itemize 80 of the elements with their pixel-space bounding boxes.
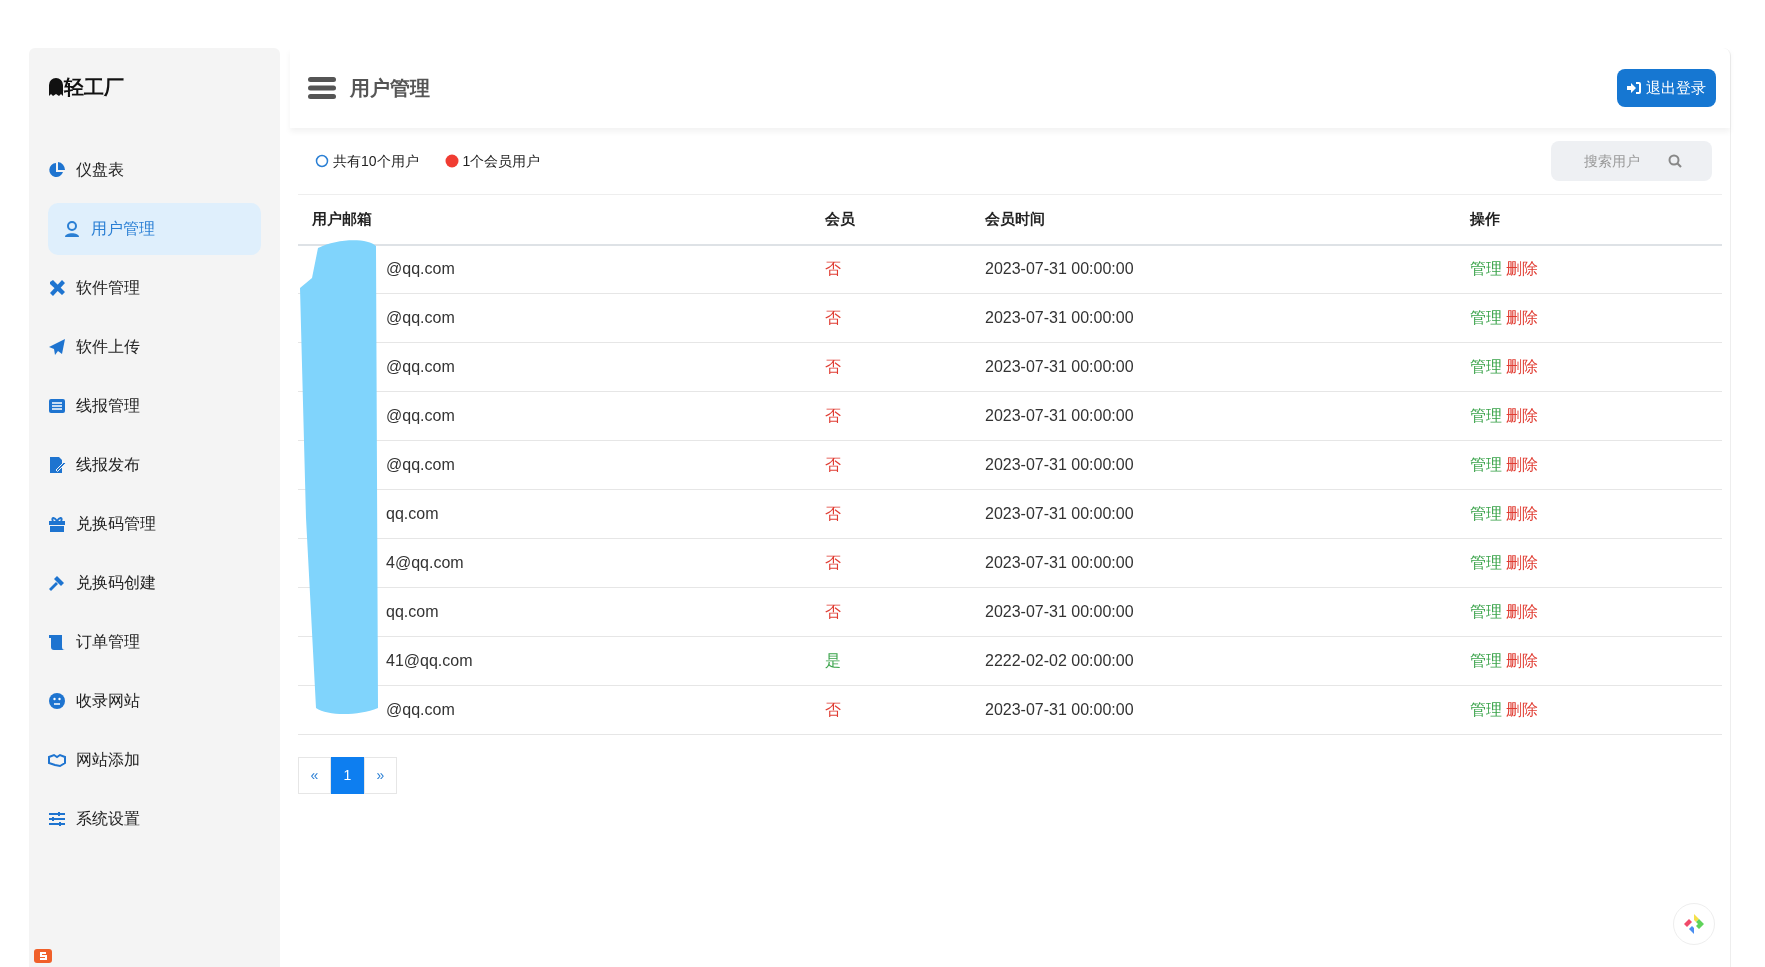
table-cell: 2023-07-31 00:00:00 xyxy=(971,440,1456,490)
page-link[interactable]: « xyxy=(298,757,331,794)
table-cell: 否 xyxy=(811,342,971,392)
table-cell: 否 xyxy=(811,391,971,441)
table-cell: 是 xyxy=(811,636,971,686)
sidebar-item[interactable]: 订单管理 xyxy=(48,616,261,668)
delete-link[interactable]: 删除 xyxy=(1506,358,1538,375)
table-cell: 否 xyxy=(811,244,971,294)
sidebar-item[interactable]: 软件上传 xyxy=(48,321,261,373)
pie-chart-icon xyxy=(48,161,66,179)
manage-link[interactable]: 管理 xyxy=(1470,407,1502,424)
sidebar-item[interactable]: 系统设置 xyxy=(48,793,261,845)
manage-link[interactable]: 管理 xyxy=(1470,505,1502,522)
table-cell: 2023-07-31 00:00:00 xyxy=(971,342,1456,392)
table-cell: 否 xyxy=(811,685,971,735)
manage-link[interactable]: 管理 xyxy=(1470,554,1502,571)
list-icon xyxy=(48,397,66,415)
table-cell: 2023-07-31 00:00:00 xyxy=(971,489,1456,539)
diamond-logo-icon xyxy=(1682,912,1706,936)
table-cell: 否 xyxy=(811,293,971,343)
summary-text: 1个会员用户 xyxy=(462,151,541,171)
table-cell: 否 xyxy=(811,440,971,490)
sidebar-item[interactable]: 线报发布 xyxy=(48,439,261,491)
table-cell: 否 xyxy=(811,489,971,539)
sidebar-item[interactable]: 网站添加 xyxy=(48,734,261,786)
smiley-icon xyxy=(48,692,66,710)
scroll-icon xyxy=(48,633,66,651)
sliders-icon xyxy=(48,810,66,828)
sidebar-item[interactable]: 收录网站 xyxy=(48,675,261,727)
menu-icon[interactable] xyxy=(308,77,336,99)
manage-link[interactable]: 管理 xyxy=(1470,456,1502,473)
manage-link[interactable]: 管理 xyxy=(1470,358,1502,375)
table-cell: 否 xyxy=(811,587,971,637)
page-link[interactable]: » xyxy=(364,757,397,794)
table-cell: 2023-07-31 00:00:00 xyxy=(971,685,1456,735)
sidebar-item[interactable]: 兑换码创建 xyxy=(48,557,261,609)
hammer-icon xyxy=(48,574,66,592)
sidebar-item[interactable]: 线报管理 xyxy=(48,380,261,432)
table-cell: 2023-07-31 00:00:00 xyxy=(971,538,1456,588)
gift-icon xyxy=(48,515,66,533)
delete-link[interactable]: 删除 xyxy=(1506,554,1538,571)
column-header: 会员 xyxy=(811,194,971,245)
floating-button[interactable] xyxy=(1673,903,1715,945)
sidebar-item[interactable]: 软件管理 xyxy=(48,262,261,314)
page-link[interactable]: 1 xyxy=(331,757,364,794)
table-cell: 2023-07-31 00:00:00 xyxy=(971,244,1456,294)
page-title: 用户管理 xyxy=(350,76,430,101)
table-cell: 否 xyxy=(811,538,971,588)
manage-link[interactable]: 管理 xyxy=(1470,652,1502,669)
column-header: 会员时间 xyxy=(971,194,1456,245)
delete-link[interactable]: 删除 xyxy=(1506,407,1538,424)
delete-link[interactable]: 删除 xyxy=(1506,260,1538,278)
table-cell: 2023-07-31 00:00:00 xyxy=(971,293,1456,343)
logout-button[interactable]: 退出登录 xyxy=(1617,68,1716,108)
search-icon xyxy=(1667,154,1682,168)
table-cell: 2023-07-31 00:00:00 xyxy=(971,391,1456,441)
delete-link[interactable]: 删除 xyxy=(1506,456,1538,473)
summary-text: 共有10个用户 xyxy=(333,151,419,171)
manage-link[interactable]: 管理 xyxy=(1470,309,1502,326)
paper-plane-icon xyxy=(48,338,66,356)
delete-link[interactable]: 删除 xyxy=(1506,603,1538,620)
sidebar-item[interactable]: 用户管理 xyxy=(48,203,261,255)
user-icon xyxy=(63,220,81,238)
manage-link[interactable]: 管理 xyxy=(1470,603,1502,620)
delete-link[interactable]: 删除 xyxy=(1506,652,1538,669)
delete-link[interactable]: 删除 xyxy=(1506,505,1538,522)
search-box[interactable]: 搜索用户 xyxy=(1551,141,1712,181)
manage-link[interactable]: 管理 xyxy=(1470,260,1502,278)
search-field[interactable]: 搜索用户 xyxy=(1581,149,1662,173)
table-cell: 2222-02-02 00:00:00 xyxy=(971,636,1456,686)
delete-link[interactable]: 删除 xyxy=(1506,701,1538,718)
brand-logo: 轻工厂 xyxy=(48,72,261,102)
document-pen-icon xyxy=(48,456,66,474)
table-cell: 2023-07-31 00:00:00 xyxy=(971,587,1456,637)
login-icon xyxy=(1627,82,1641,94)
manage-link[interactable]: 管理 xyxy=(1470,701,1502,718)
sidebar-item[interactable]: 仪盘表 xyxy=(48,144,261,196)
sidebar-item[interactable]: 兑换码管理 xyxy=(48,498,261,550)
delete-link[interactable]: 删除 xyxy=(1506,309,1538,326)
column-header: 操作 xyxy=(1456,194,1722,245)
